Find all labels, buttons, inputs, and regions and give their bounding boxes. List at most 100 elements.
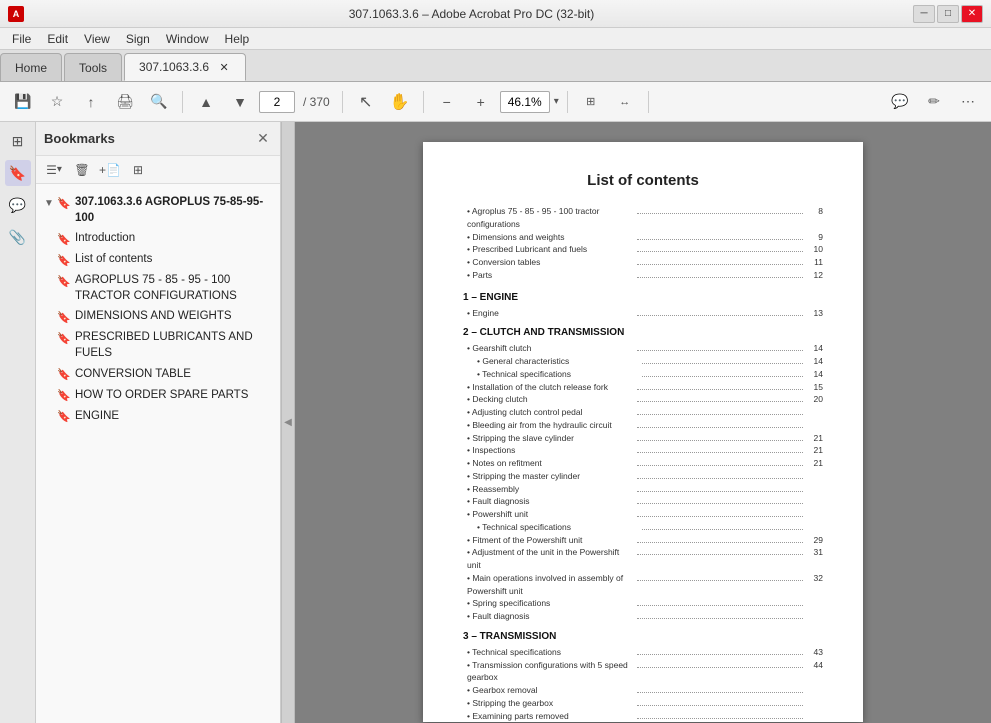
toc-page-num: 9 <box>807 231 823 244</box>
toc-entry[interactable]: • Stripping the slave cylinder 21 <box>463 432 823 445</box>
toc-entry[interactable]: • Engine 13 <box>463 307 823 320</box>
bookmark-button[interactable]: ☆ <box>42 88 72 116</box>
bookmark-child-label: CONVERSION TABLE <box>75 366 191 382</box>
toc-entry[interactable]: • Technical specifications 43 <box>463 646 823 659</box>
toc-entry[interactable]: • Examining parts removed <box>463 710 823 723</box>
toc-entry[interactable]: • Conversion tables 11 <box>463 256 823 269</box>
save-button[interactable]: 💾 <box>8 88 38 116</box>
toc-entry[interactable]: • Gearshift clutch 14 <box>463 342 823 355</box>
pan-tool[interactable]: ✋ <box>385 88 415 116</box>
toc-entry[interactable]: • Transmission configurations with 5 spe… <box>463 659 823 685</box>
toc-entry[interactable]: • Reassembly <box>463 483 823 496</box>
toc-entry-name: • Transmission configurations with 5 spe… <box>467 659 633 685</box>
toc-entry-name: • Inspections <box>467 444 633 457</box>
tab-close-button[interactable]: ✕ <box>217 60 231 74</box>
toolbar: 💾 ☆ ↑ 🖨 🔍 ▲ ▼ / 370 ↖ ✋ − + ▾ ⊞ ↔ 💬 ✏ ⋯ <box>0 82 991 122</box>
menu-sign[interactable]: Sign <box>118 30 158 48</box>
zoom-dropdown-arrow[interactable]: ▾ <box>554 96 559 107</box>
tab-home[interactable]: Home <box>0 53 62 81</box>
tab-tools[interactable]: Tools <box>64 53 122 81</box>
menu-edit[interactable]: Edit <box>39 30 76 48</box>
list-item[interactable]: 🔖 DIMENSIONS AND WEIGHTS <box>56 306 274 327</box>
bookmarks-new-button[interactable]: +📄 <box>98 159 122 181</box>
print-button[interactable]: 🖨 <box>110 88 140 116</box>
toc-entry[interactable]: • Spring specifications <box>463 597 823 610</box>
panel-icon-comments[interactable]: 💬 <box>5 192 31 218</box>
toc-entry[interactable]: • Parts 12 <box>463 269 823 282</box>
zoom-out-button[interactable]: − <box>432 88 462 116</box>
zoom-in-button[interactable]: + <box>466 88 496 116</box>
page-input[interactable] <box>259 91 295 113</box>
toc-entry[interactable]: • Fault diagnosis <box>463 495 823 508</box>
tab-document[interactable]: 307.1063.3.6 ✕ <box>124 53 246 81</box>
toc-entry-name: • Prescribed Lubricant and fuels <box>467 243 633 256</box>
toc-entry[interactable]: • Inspections 21 <box>463 444 823 457</box>
toc-entry[interactable]: • Stripping the master cylinder <box>463 470 823 483</box>
search-button[interactable]: 🔍 <box>144 88 174 116</box>
toc-dots <box>637 542 803 543</box>
toc-page-num: 21 <box>807 444 823 457</box>
toc-entry[interactable]: • Gearbox removal <box>463 684 823 697</box>
menu-view[interactable]: View <box>76 30 118 48</box>
menu-window[interactable]: Window <box>158 30 217 48</box>
toc-entry[interactable]: • General characteristics 14 <box>463 355 823 368</box>
menu-help[interactable]: Help <box>217 30 258 48</box>
toc-entry-name: • Technical specifications <box>467 646 633 659</box>
toc-entry[interactable]: • Fitment of the Powershift unit 29 <box>463 534 823 547</box>
panel-icon-pages[interactable]: ⊞ <box>5 128 31 154</box>
toc-entry[interactable]: • Stripping the gearbox <box>463 697 823 710</box>
list-item[interactable]: 🔖 CONVERSION TABLE <box>56 364 274 385</box>
bookmarks-expand-button[interactable]: ⊞ <box>126 159 150 181</box>
toc-entry-name: • Main operations involved in assembly o… <box>467 572 633 598</box>
list-item[interactable]: 🔖 PRESCRIBED LUBRICANTS AND FUELS <box>56 327 274 363</box>
toc-entry[interactable]: • Technical specifications <box>463 521 823 534</box>
menu-file[interactable]: File <box>4 30 39 48</box>
bookmarks-menu-button[interactable]: ☰ ▾ <box>42 159 66 181</box>
panel-icon-bookmarks[interactable]: 🔖 <box>5 160 31 186</box>
bookmark-root-row[interactable]: ▼ 🔖 307.1063.3.6 AGROPLUS 75-85-95-100 <box>42 192 274 228</box>
panel-collapse-handle[interactable]: ◀ <box>281 122 295 723</box>
list-item[interactable]: 🔖 HOW TO ORDER SPARE PARTS <box>56 385 274 406</box>
toc-entry-name: • Stripping the master cylinder <box>467 470 633 483</box>
bookmarks-panel: Bookmarks ✕ ☰ ▾ 🗑 +📄 ⊞ ▼ 🔖 307.1063.3.6 … <box>36 122 281 723</box>
toc-entry[interactable]: • Prescribed Lubricant and fuels 10 <box>463 243 823 256</box>
bookmarks-close-button[interactable]: ✕ <box>254 130 272 148</box>
toc-dots <box>637 440 803 441</box>
toc-entry[interactable]: • Installation of the clutch release for… <box>463 381 823 394</box>
toc-entry[interactable]: • Fault diagnosis <box>463 610 823 623</box>
toc-entry[interactable]: • Dimensions and weights 9 <box>463 231 823 244</box>
toc-entry[interactable]: • Adjustment of the unit in the Powershi… <box>463 546 823 572</box>
toc-entry[interactable]: • Decking clutch 20 <box>463 393 823 406</box>
toc-entry-name: • Fault diagnosis <box>467 610 633 623</box>
zoom-input[interactable] <box>500 91 550 113</box>
pen-button[interactable]: ✏ <box>919 88 949 116</box>
toc-entry[interactable]: • Notes on refitment 21 <box>463 457 823 470</box>
maximize-button[interactable]: □ <box>937 5 959 23</box>
close-button[interactable]: ✕ <box>961 5 983 23</box>
bookmark-expand-icon[interactable]: ▼ <box>42 195 56 211</box>
toc-entry[interactable]: • Adjusting clutch control pedal <box>463 406 823 419</box>
fit-width-button[interactable]: ↔ <box>610 88 640 116</box>
toc-entry-name: • Installation of the clutch release for… <box>467 381 633 394</box>
toc-entry[interactable]: • Agroplus 75 - 85 - 95 - 100 tractor co… <box>463 205 823 231</box>
toc-entry[interactable]: • Technical specifications 14 <box>463 368 823 381</box>
bookmark-child-label: AGROPLUS 75 - 85 - 95 - 100 TRACTOR CONF… <box>75 272 274 304</box>
fit-page-button[interactable]: ⊞ <box>576 88 606 116</box>
list-item[interactable]: 🔖 ENGINE <box>56 406 274 427</box>
toc-entry[interactable]: • Powershift unit <box>463 508 823 521</box>
minimize-button[interactable]: ─ <box>913 5 935 23</box>
more-button[interactable]: ⋯ <box>953 88 983 116</box>
toc-page-num: 15 <box>807 381 823 394</box>
comment-button[interactable]: 💬 <box>885 88 915 116</box>
cursor-tool[interactable]: ↖ <box>351 88 381 116</box>
panel-icon-attachments[interactable]: 📎 <box>5 224 31 250</box>
next-page-button[interactable]: ▼ <box>225 88 255 116</box>
list-item[interactable]: 🔖 Introduction <box>56 228 274 249</box>
prev-page-button[interactable]: ▲ <box>191 88 221 116</box>
list-item[interactable]: 🔖 List of contents <box>56 249 274 270</box>
list-item[interactable]: 🔖 AGROPLUS 75 - 85 - 95 - 100 TRACTOR CO… <box>56 270 274 306</box>
share-button[interactable]: ↑ <box>76 88 106 116</box>
toc-entry[interactable]: • Bleeding air from the hydraulic circui… <box>463 419 823 432</box>
toc-entry[interactable]: • Main operations involved in assembly o… <box>463 572 823 598</box>
bookmarks-delete-button[interactable]: 🗑 <box>70 159 94 181</box>
